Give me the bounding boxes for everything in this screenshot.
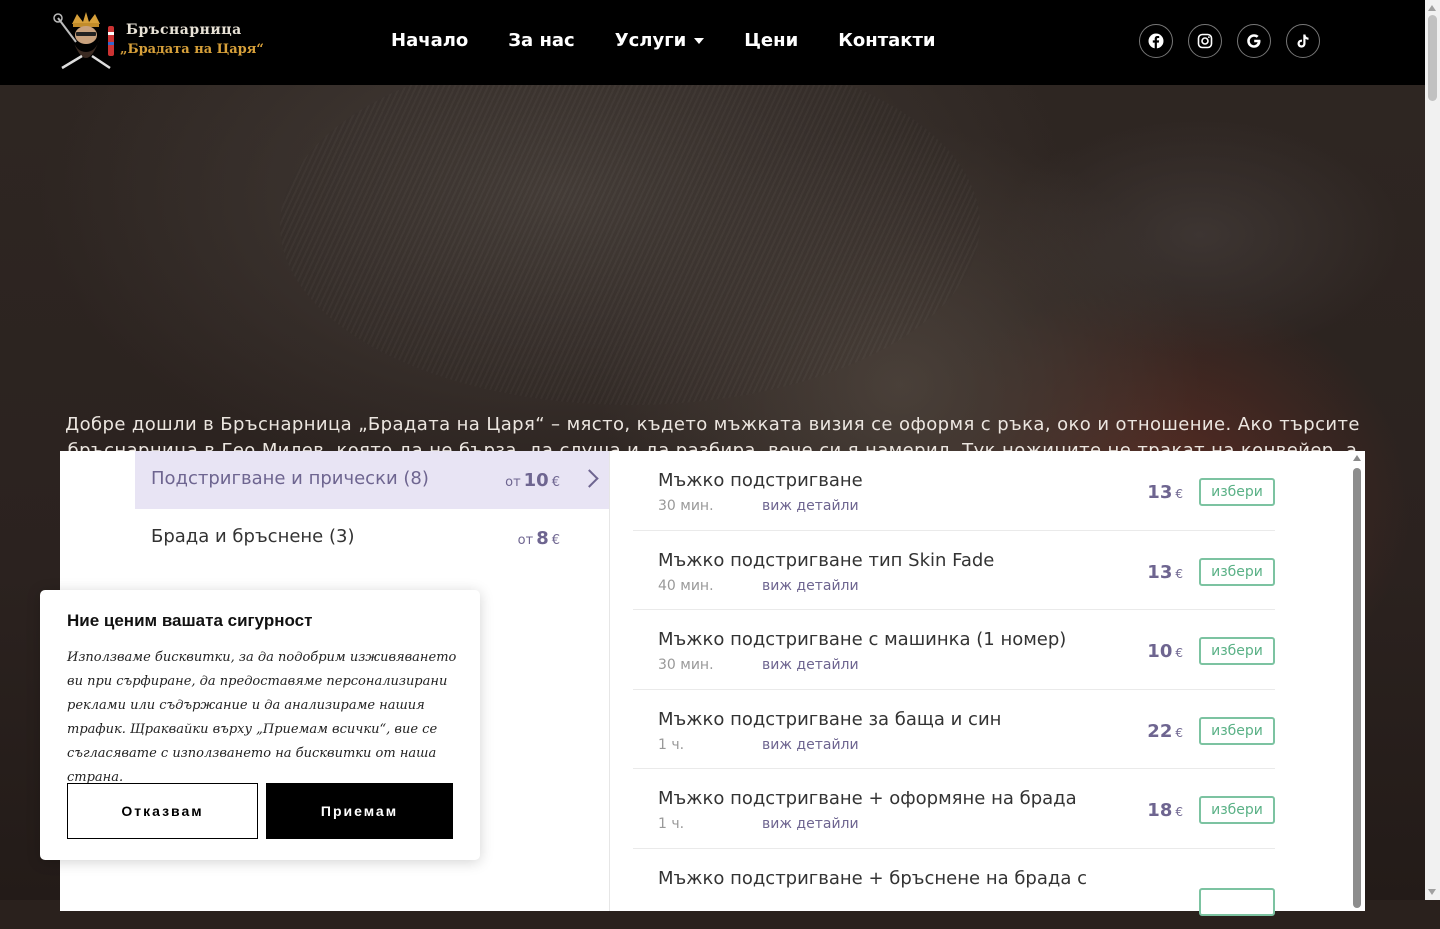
scroll-up-icon[interactable] (1428, 5, 1436, 11)
select-service-button[interactable]: избери (1199, 796, 1275, 825)
site-header: Бръснарница „Брадата на Царя“ Начало За … (0, 0, 1425, 85)
category-item-beard[interactable]: Брада и бръснене (3) от 8 € (135, 509, 610, 567)
service-duration: 1 ч. (658, 736, 685, 753)
hero-background-image (280, 85, 980, 405)
nav-contacts-label: Контакти (838, 30, 936, 51)
service-duration: 40 мин. (658, 577, 714, 594)
category-price: от 8 € (518, 528, 560, 549)
service-name: Мъжко подстригване тип Skin Fade (658, 549, 995, 571)
facebook-icon (1148, 33, 1164, 49)
nav-about-label: За нас (508, 30, 575, 51)
scroll-up-icon[interactable] (1353, 455, 1361, 461)
price-currency: € (1175, 487, 1183, 501)
nav-services-label: Услуги (614, 30, 687, 51)
service-row: Мъжко подстригване 30 мин. виж детайли 1… (633, 451, 1275, 531)
logo-line-2: „Брадата на Царя“ (120, 42, 264, 57)
price-value: 18 (1147, 800, 1173, 822)
site-logo[interactable]: Бръснарница „Брадата на Царя“ (52, 8, 264, 76)
nav-home-label: Начало (391, 30, 469, 51)
accept-cookies-button[interactable]: Приемам (266, 783, 453, 839)
chevron-right-icon (580, 469, 599, 488)
service-name: Мъжко подстригване за баща и син (658, 708, 1002, 730)
service-row: Мъжко подстригване + оформяне на брада 1… (633, 769, 1275, 849)
price-currency: € (551, 533, 560, 548)
select-service-button[interactable]: избери (1199, 557, 1275, 586)
service-name: Мъжко подстригване + оформяне на брада (658, 788, 1077, 810)
nav-services[interactable]: Услуги (614, 30, 705, 51)
service-price: 22 € (1147, 721, 1183, 742)
service-price: 13 € (1147, 562, 1183, 583)
service-details-link[interactable]: виж детайли (762, 657, 859, 673)
social-links (1139, 24, 1320, 58)
price-currency: € (1175, 805, 1183, 820)
service-name: Мъжко подстригване с машинка (1 номер) (658, 629, 1067, 651)
select-service-button[interactable]: избери (1199, 478, 1275, 506)
nav-contacts[interactable]: Контакти (838, 30, 935, 51)
price-currency: € (1175, 725, 1183, 740)
cookie-consent-dialog: Ние ценим вашата сигурност Използваме би… (40, 590, 480, 860)
nav-about[interactable]: За нас (508, 30, 574, 51)
service-row: Мъжко подстригване + бръснене на брада с (633, 849, 1275, 929)
select-service-button[interactable]: избери (1199, 637, 1275, 666)
service-details-link[interactable]: виж детайли (762, 737, 859, 753)
price-currency: € (1175, 646, 1183, 661)
price-currency: € (1175, 566, 1183, 581)
logo-line-1: Бръснарница (126, 22, 242, 38)
service-list-scrollbar[interactable] (1350, 452, 1364, 908)
scrollbar-thumb[interactable] (1353, 468, 1361, 908)
instagram-icon (1197, 33, 1213, 49)
price-value: 8 (536, 528, 549, 549)
cookie-title: Ние ценим вашата сигурност (67, 611, 313, 630)
king-beard-logo-icon (53, 12, 114, 70)
nav-prices[interactable]: Цени (744, 30, 798, 51)
cookie-text: Използваме бисквитки, за да подобрим изж… (67, 650, 457, 785)
google-link[interactable] (1237, 24, 1271, 58)
scrollbar-thumb[interactable] (1428, 15, 1437, 101)
price-value: 10 (1147, 641, 1173, 663)
select-service-button[interactable] (1199, 887, 1275, 916)
category-price: от 10 € (505, 470, 560, 491)
nav-home[interactable]: Начало (391, 30, 468, 51)
tiktok-link[interactable] (1286, 24, 1320, 58)
nav-prices-label: Цени (744, 30, 799, 51)
price-prefix: от (505, 475, 521, 490)
service-row: Мъжко подстригване тип Skin Fade 40 мин.… (633, 531, 1275, 611)
category-list: Подстригване и прически (8) от 10 € Брада … (135, 451, 610, 567)
service-duration: 30 мин. (658, 657, 714, 674)
tiktok-icon (1297, 34, 1309, 48)
price-value: 13 (1147, 482, 1173, 503)
price-currency: € (551, 475, 560, 490)
service-details-link[interactable]: виж детайли (762, 816, 859, 832)
service-row: Мъжко подстригване за баща и син 1 ч. ви… (633, 690, 1275, 770)
google-icon (1247, 34, 1261, 48)
category-name: Подстригване и прически (8) (151, 468, 429, 489)
service-duration: 30 мин. (658, 498, 714, 514)
service-name: Мъжко подстригване (658, 470, 863, 491)
service-row: Мъжко подстригване с машинка (1 номер) 3… (633, 610, 1275, 690)
service-list: Мъжко подстригване 30 мин. виж детайли 1… (633, 451, 1275, 929)
chevron-down-icon (694, 37, 705, 44)
category-name: Брада и бръснене (3) (151, 526, 355, 547)
price-value: 13 (1147, 561, 1173, 583)
service-details-link[interactable]: виж детайли (762, 578, 859, 594)
select-service-button[interactable]: избери (1199, 716, 1275, 745)
price-prefix: от (517, 533, 534, 548)
facebook-link[interactable] (1139, 24, 1173, 58)
service-details-link[interactable]: виж детайли (762, 498, 859, 514)
category-item-haircuts[interactable]: Подстригване и прически (8) от 10 € (135, 451, 610, 509)
service-price: 13 € (1147, 482, 1183, 503)
instagram-link[interactable] (1188, 24, 1222, 58)
scroll-down-icon[interactable] (1428, 889, 1436, 895)
reject-cookies-button[interactable]: Отказвам (67, 783, 258, 839)
price-value: 22 (1147, 720, 1173, 742)
page-scrollbar[interactable] (1425, 0, 1440, 900)
panel-divider (609, 451, 610, 911)
main-navigation: Начало За нас Услуги Цени Контакти (391, 30, 936, 51)
price-value: 10 (523, 470, 549, 491)
service-price: 10 € (1147, 641, 1183, 662)
service-price: 18 € (1147, 800, 1183, 821)
service-name: Мъжко подстригване + бръснене на брада с (658, 867, 1087, 889)
service-duration: 1 ч. (658, 816, 685, 833)
